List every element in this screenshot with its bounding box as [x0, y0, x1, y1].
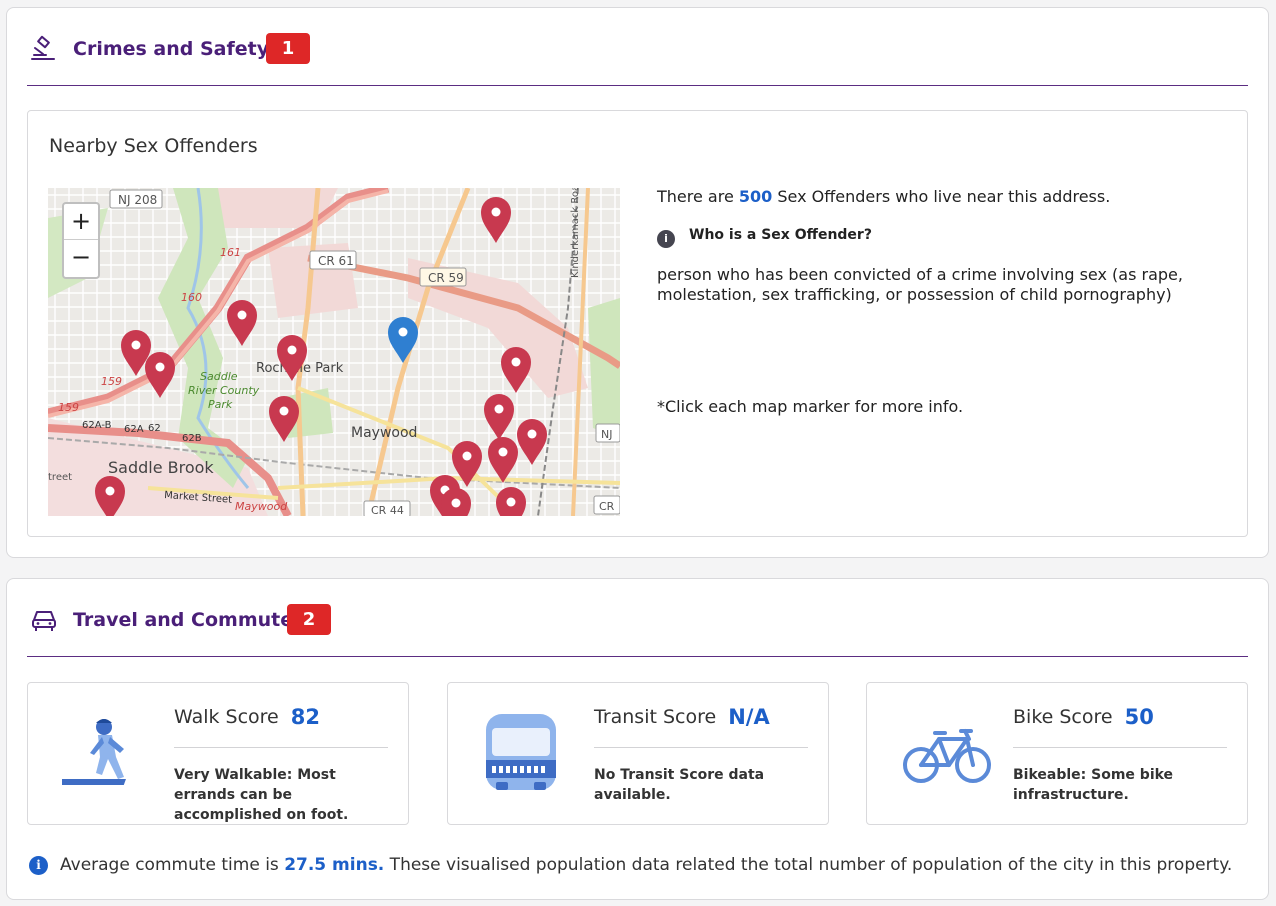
offender-count-text: There are 500 Sex Offenders who live nea… [657, 187, 1237, 207]
sex-offenders-title: Nearby Sex Offenders [49, 135, 258, 157]
map-label-maywood: Maywood [351, 425, 417, 441]
offender-count-prefix: There are [657, 187, 739, 206]
offender-count: 500 [738, 187, 773, 206]
transit-score-label: Transit Score [594, 706, 717, 728]
transit-score-card: Transit Score N/A No Transit Score data a… [447, 682, 829, 825]
walker-icon [62, 719, 126, 785]
walk-score-description: Very Walkable: Most errands can be accom… [174, 767, 349, 823]
map-label-nj208: NJ 208 [118, 193, 157, 207]
bike-score-header: Bike Score 50 [1013, 705, 1227, 748]
map-label-cr44: CR 44 [371, 504, 404, 516]
zoom-in-button[interactable]: + [64, 204, 98, 240]
bike-score-card: Bike Score 50 Bikeable: Some bike infrast… [866, 682, 1248, 825]
map-label-cr61: CR 61 [318, 254, 354, 268]
map-label-park: Park [208, 398, 233, 411]
transit-score-value: N/A [728, 705, 770, 729]
travel-section-header: Travel and Commute 2 [27, 603, 1248, 657]
walk-score-label: Walk Score [174, 706, 279, 728]
map-label-kinderkamack: Kinderkamack Road [570, 188, 581, 278]
map-label-160: 160 [181, 291, 202, 304]
map-label-saddle: Saddle [200, 370, 238, 383]
walk-score-header: Walk Score 82 [174, 705, 388, 748]
map-label-saddle-brook: Saddle Brook [108, 458, 214, 477]
zoom-out-button[interactable]: − [64, 240, 98, 276]
travel-commute-section: Travel and Commute 2 Walk Score 82 Very W… [6, 578, 1269, 900]
click-marker-note: *Click each map marker for more info. [657, 397, 964, 416]
map-canvas[interactable]: NJ 208 CR 61 CR 59 Kinderkamack Road 161… [48, 188, 620, 516]
transit-score-header: Transit Score N/A [594, 705, 808, 748]
info-icon: i [29, 856, 48, 875]
car-icon [32, 611, 56, 631]
walk-score-card: Walk Score 82 Very Walkable: Most errands… [27, 682, 409, 825]
map-label-62: 62 [148, 423, 161, 434]
crimes-safety-section: Crimes and Safety 1 Nearby Sex Offenders [6, 7, 1269, 558]
map-label-159b: 159 [58, 401, 79, 414]
offenders-map[interactable]: NJ 208 CR 61 CR 59 Kinderkamack Road 161… [48, 188, 620, 516]
bus-icon [486, 714, 556, 790]
transit-score-description: No Transit Score data available. [594, 767, 765, 803]
offender-definition: person who has been convicted of a crime… [657, 265, 1183, 304]
offender-count-suffix: Sex Offenders who live near this address… [772, 187, 1111, 206]
map-label-street: treet [48, 472, 72, 483]
bicycle-icon [903, 729, 991, 783]
map-label-maywood-small: Maywood [235, 500, 288, 513]
map-label-159a: 159 [101, 375, 122, 388]
offender-info: There are 500 Sex Offenders who live nea… [657, 187, 1237, 416]
map-zoom-control: + − [62, 202, 100, 279]
map-label-62ab: 62A-B [82, 420, 112, 431]
bike-score-description: Bikeable: Some bike infrastructure. [1013, 767, 1174, 803]
map-label-62b: 62B [182, 433, 202, 444]
commute-info: i Average commute time is 27.5 mins. Thes… [29, 855, 1232, 875]
commute-prefix: Average commute time is [60, 855, 285, 875]
walk-score-value: 82 [290, 705, 320, 729]
park-area [588, 298, 620, 438]
info-icon: i [657, 230, 675, 248]
commute-time-value: 27.5 mins. [284, 855, 385, 875]
commute-suffix: These visualised population data related… [384, 855, 1233, 875]
map-label-river-county: River County [188, 384, 260, 397]
map-label-nj: NJ [601, 428, 612, 441]
offender-marker[interactable] [496, 487, 526, 516]
bike-score-label: Bike Score [1013, 706, 1113, 728]
travel-section-title: Travel and Commute [73, 609, 294, 631]
map-label-62a: 62A [124, 424, 144, 435]
sex-offenders-panel: Nearby Sex Offenders NJ 208 CR 61 CR 59 … [27, 110, 1248, 537]
crimes-section-header: Crimes and Safety 1 [27, 32, 1248, 86]
map-label-cr59: CR 59 [428, 271, 464, 285]
map-label-161: 161 [220, 246, 241, 259]
bike-score-value: 50 [1124, 705, 1154, 729]
section-number-badge: 2 [287, 604, 331, 635]
gavel-icon [31, 35, 55, 60]
crimes-section-title: Crimes and Safety [73, 38, 270, 60]
section-number-badge: 1 [266, 33, 310, 64]
map-label-cr: CR [599, 500, 615, 513]
who-is-offender-toggle[interactable]: i Who is a Sex Offender? [657, 227, 872, 248]
who-is-offender-label: Who is a Sex Offender? [689, 227, 872, 243]
